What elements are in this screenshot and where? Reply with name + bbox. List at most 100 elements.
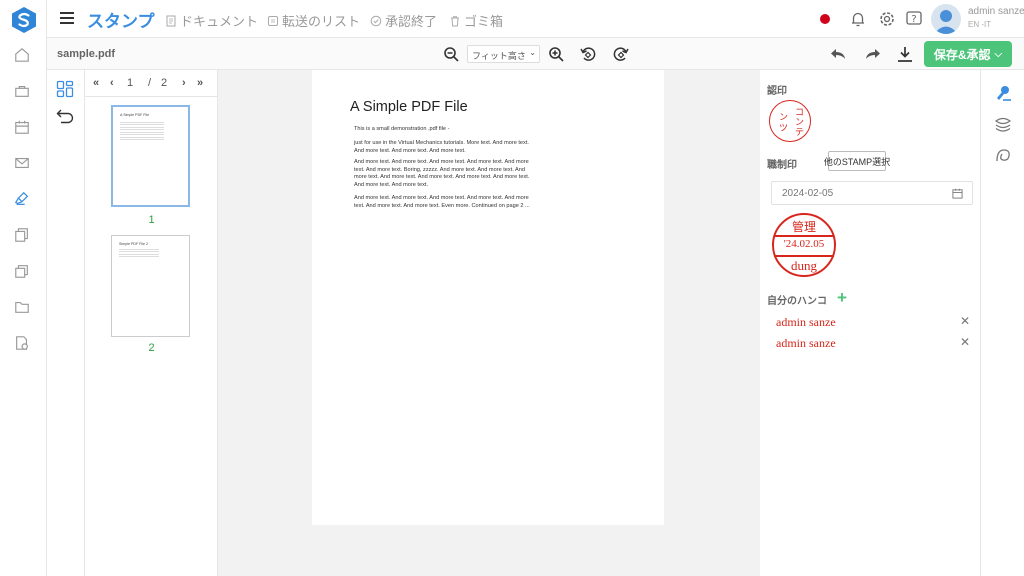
thumbnail-text-lines [119,248,159,258]
total-pages: 2 [161,77,168,89]
current-page-input[interactable]: 1 [127,77,133,89]
undo-icon[interactable] [829,45,847,63]
thumbnail-view-icon[interactable] [56,80,74,103]
pdf-paragraph: And more text. And more text. And more t… [354,195,530,209]
transfer-list-icon [268,15,278,26]
zoom-select[interactable]: フィット高さ ⌄ [467,45,540,63]
date-stamp-top: 管理 [791,220,816,234]
other-stamp-button[interactable]: 他のSTAMP選択 [824,151,890,171]
date-stamp-name: dung [791,258,817,273]
nav-item-transfer-list[interactable]: 転送のリスト [267,11,360,30]
gear-icon[interactable] [878,10,896,28]
thumbnail-title: Simple PDF File 2 [119,242,148,246]
signature-icon[interactable] [994,147,1012,165]
hanko-item[interactable]: admin sanze [776,336,836,351]
save-approve-label: 保存&承認 [933,47,991,62]
nav-item-documents[interactable]: ドキュメント [165,11,258,30]
seal-char: テ [795,127,805,137]
return-icon[interactable] [56,107,74,130]
nav-item-label: 転送のリスト [282,14,361,29]
language-flag-icon[interactable] [820,14,830,24]
app-logo-icon[interactable] [11,6,37,34]
nav-item-label: ゴミ箱 [464,14,504,29]
prev-page-button[interactable]: ‹ [110,77,114,89]
view-tool-column [47,70,85,576]
document-filename: sample.pdf [57,48,116,60]
nav-item-approved[interactable]: 承認終了 [370,11,437,30]
thumbnail-number: 2 [148,342,155,354]
stamp-panel: 認印 コ ン テ ン ツ 職制印 他のSTAMP選択 2024-02-05 管理… [760,70,981,576]
page-title: スタンプ [87,12,155,31]
nav-item-trash[interactable]: ゴミ箱 [449,11,503,30]
thumbnail-number: 1 [148,214,155,226]
svg-text:?: ? [911,14,916,25]
home-icon[interactable] [13,46,31,64]
pdf-paragraph: just for use in the Virtual Mechanics tu… [354,140,529,154]
thumbnail-title: A Simple PDF File [120,113,150,117]
seal-section-label: 認印 [767,86,787,97]
panel-switcher [981,70,1024,576]
bell-icon[interactable] [849,10,867,28]
stamp-icon[interactable] [994,84,1012,102]
copy-document-icon[interactable] [13,226,31,244]
rotate-right-icon[interactable] [612,45,630,63]
date-stamp[interactable]: 管理 '24.02.05 dung [772,213,836,277]
top-bar: スタンプ ドキュメント 転送のリスト 承認終了 ゴミ箱 ? admin sanz… [47,0,1024,38]
layers-icon[interactable] [994,115,1012,133]
check-circle-icon [370,15,382,26]
first-page-button[interactable]: « [93,77,99,89]
avatar[interactable] [931,4,961,34]
calendar-icon[interactable] [13,118,31,136]
zoom-select-value: フィット高さ [472,51,526,61]
briefcase-icon[interactable] [13,82,31,100]
job-seal-label: 職制印 [767,160,797,171]
chevron-down-icon: ⌄ [529,48,536,57]
stack-icon[interactable] [13,262,31,280]
seal-char: ツ [779,123,789,133]
date-field[interactable]: 2024-02-05 [771,181,973,205]
document-icon [166,15,176,26]
zoom-in-icon[interactable] [547,45,565,63]
thumbnail-panel: « ‹ 1 / 2 › » A Simple PDF File 1 Simple… [85,70,218,576]
zoom-out-icon[interactable] [442,45,460,63]
pdf-page[interactable]: A Simple PDF File This is a small demons… [312,70,664,525]
user-language: EN -IT [968,20,992,29]
document-toolbar: sample.pdf フィット高さ ⌄ 保存&承認 ⌵ [47,38,1024,70]
calendar-icon[interactable] [952,188,963,199]
menu-icon[interactable] [60,12,74,24]
save-approve-button[interactable]: 保存&承認 ⌵ [924,41,1012,67]
page-thumbnail-1[interactable]: A Simple PDF File [111,105,190,207]
nav-item-label: ドキュメント [180,14,259,29]
page-separator: / [148,77,152,89]
close-icon[interactable]: ✕ [960,335,970,349]
date-stamp-date: '24.02.05 [783,238,825,250]
pdf-title: A Simple PDF File [350,99,468,115]
folder-icon[interactable] [13,298,31,316]
nav-item-label: 承認終了 [385,14,438,29]
app-sidebar [0,0,47,576]
add-hanko-icon[interactable]: + [837,288,847,308]
thumbnail-text-lines [120,120,164,140]
last-page-button[interactable]: » [197,77,203,89]
trash-icon [451,15,459,26]
hanko-item[interactable]: admin sanze [776,315,836,330]
rotate-left-icon[interactable] [579,45,597,63]
pdf-paragraph: And more text. And more text. And more t… [354,159,530,188]
redo-icon[interactable] [864,45,882,63]
chevron-down-icon: ⌵ [994,48,1003,60]
my-hanko-label: 自分のハンコ [767,296,827,307]
download-icon[interactable] [896,45,914,63]
pdf-viewer: A Simple PDF File This is a small demons… [218,70,760,576]
help-icon[interactable]: ? [905,10,923,28]
mail-icon[interactable] [13,154,31,172]
date-value: 2024-02-05 [782,188,834,199]
close-icon[interactable]: ✕ [960,314,970,328]
personal-seal-stamp[interactable]: コ ン テ ン ツ [769,100,811,142]
page-navigator: « ‹ 1 / 2 › » [85,70,218,97]
next-page-button[interactable]: › [182,77,186,89]
pdf-paragraph: This is a small demonstration .pdf file … [354,126,450,132]
page-thumbnail-2[interactable]: Simple PDF File 2 [111,235,190,337]
stamp-divider [774,235,834,237]
stamp-nav-icon[interactable] [13,190,31,208]
file-settings-icon[interactable] [13,334,31,352]
